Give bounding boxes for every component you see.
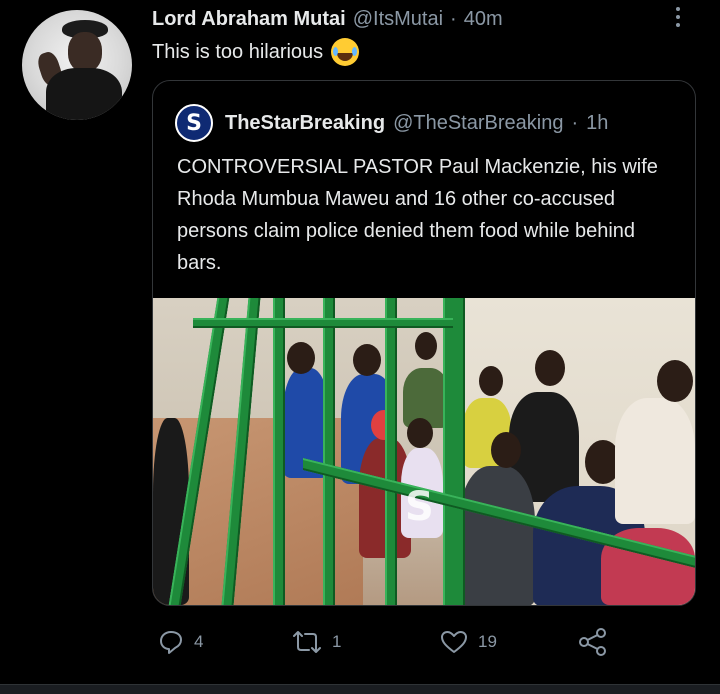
tweet-time[interactable]: 40m <box>464 8 503 31</box>
author-avatar[interactable] <box>22 10 132 120</box>
tweet-text: This is too hilarious <box>152 38 360 66</box>
reply-count: 4 <box>194 632 204 651</box>
like-count: 19 <box>478 632 497 651</box>
retweet-button[interactable]: 1 <box>292 622 341 662</box>
courtroom-photo[interactable]: S <box>153 298 695 605</box>
photo-watermark: S <box>405 484 434 530</box>
quoted-author-handle[interactable]: @TheStarBreaking <box>393 112 563 135</box>
retweet-icon <box>293 631 321 653</box>
reply-button[interactable]: 4 <box>158 622 203 662</box>
more-icon[interactable] <box>670 2 686 32</box>
share-icon <box>579 628 606 656</box>
author-name[interactable]: Lord Abraham Mutai <box>152 8 346 31</box>
quoted-tweet-card[interactable]: S TheStarBreaking @TheStarBreaking · 1h … <box>152 80 696 606</box>
quoted-author-avatar[interactable]: S <box>175 104 213 142</box>
tweet-text-content: This is too hilarious <box>152 40 324 63</box>
tweet-actions: 4 1 19 <box>152 622 622 662</box>
author-handle[interactable]: @ItsMutai <box>353 8 443 31</box>
separator-dot: · <box>450 7 457 30</box>
like-icon <box>441 631 467 653</box>
share-button[interactable] <box>578 622 608 662</box>
tweet-header: Lord Abraham Mutai @ItsMutai · 40m <box>152 4 503 34</box>
quoted-separator-dot: · <box>571 111 579 134</box>
quoted-tweet-text: CONTROVERSIAL PASTOR Paul Mackenzie, his… <box>177 156 658 274</box>
reply-icon <box>160 631 182 654</box>
tears-of-joy-emoji-icon <box>331 38 360 66</box>
quoted-tweet-time[interactable]: 1h <box>586 112 608 135</box>
like-button[interactable]: 19 <box>440 622 497 662</box>
quoted-tweet-header: S TheStarBreaking @TheStarBreaking · 1h <box>175 103 608 143</box>
quoted-author-name[interactable]: TheStarBreaking <box>225 112 385 135</box>
retweet-count: 1 <box>332 632 342 651</box>
